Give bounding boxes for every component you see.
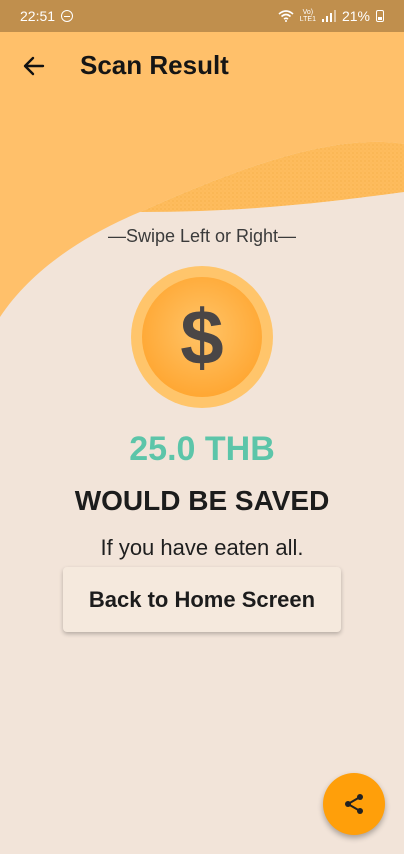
saved-label: WOULD BE SAVED — [74, 485, 330, 516]
back-button[interactable] — [16, 48, 52, 84]
page-title: Scan Result — [80, 50, 229, 80]
app-bar: Scan Result — [0, 32, 404, 100]
battery-percent: 21% — [341, 8, 370, 24]
saved-amount: 25.0 THB — [129, 430, 275, 468]
wifi-icon — [278, 10, 294, 22]
signal-icon — [321, 10, 336, 22]
back-to-home-button[interactable]: Back to Home Screen — [63, 567, 341, 632]
status-time: 22:51 — [20, 8, 56, 24]
swipe-hint: —Swipe Left or Right— — [107, 226, 297, 246]
condition-text: If you have eaten all. — [100, 535, 304, 560]
dollar-coin-icon: $ — [131, 266, 273, 408]
do-not-disturb-icon — [61, 10, 74, 22]
status-bar: 22:51 Vo) LTE1 21% — [0, 0, 404, 32]
coin-symbol: $ — [180, 293, 223, 381]
battery-icon — [376, 10, 384, 22]
share-icon — [345, 794, 363, 814]
arrow-left-icon — [23, 56, 45, 76]
share-button[interactable] — [323, 773, 385, 835]
volte-indicator: Vo) LTE1 — [299, 9, 316, 23]
